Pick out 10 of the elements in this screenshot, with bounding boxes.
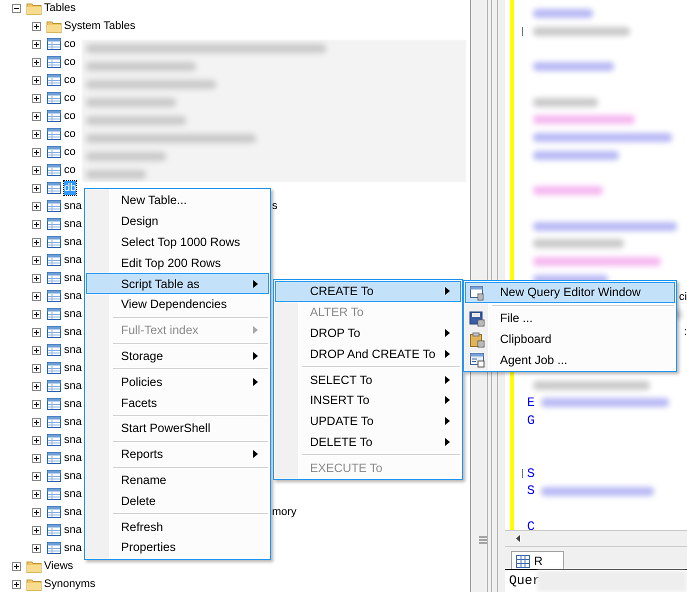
results-text: Quer (509, 573, 540, 588)
code-text: E (527, 394, 535, 411)
code-text: G (527, 412, 535, 429)
tree-item-text: mory (272, 505, 296, 519)
tree-item-text: s (272, 199, 278, 213)
code-text: ci (679, 290, 687, 305)
code-text: S (527, 466, 535, 482)
code-text: : (684, 325, 687, 340)
code-text: C (527, 518, 535, 530)
code-text: S (527, 483, 535, 500)
